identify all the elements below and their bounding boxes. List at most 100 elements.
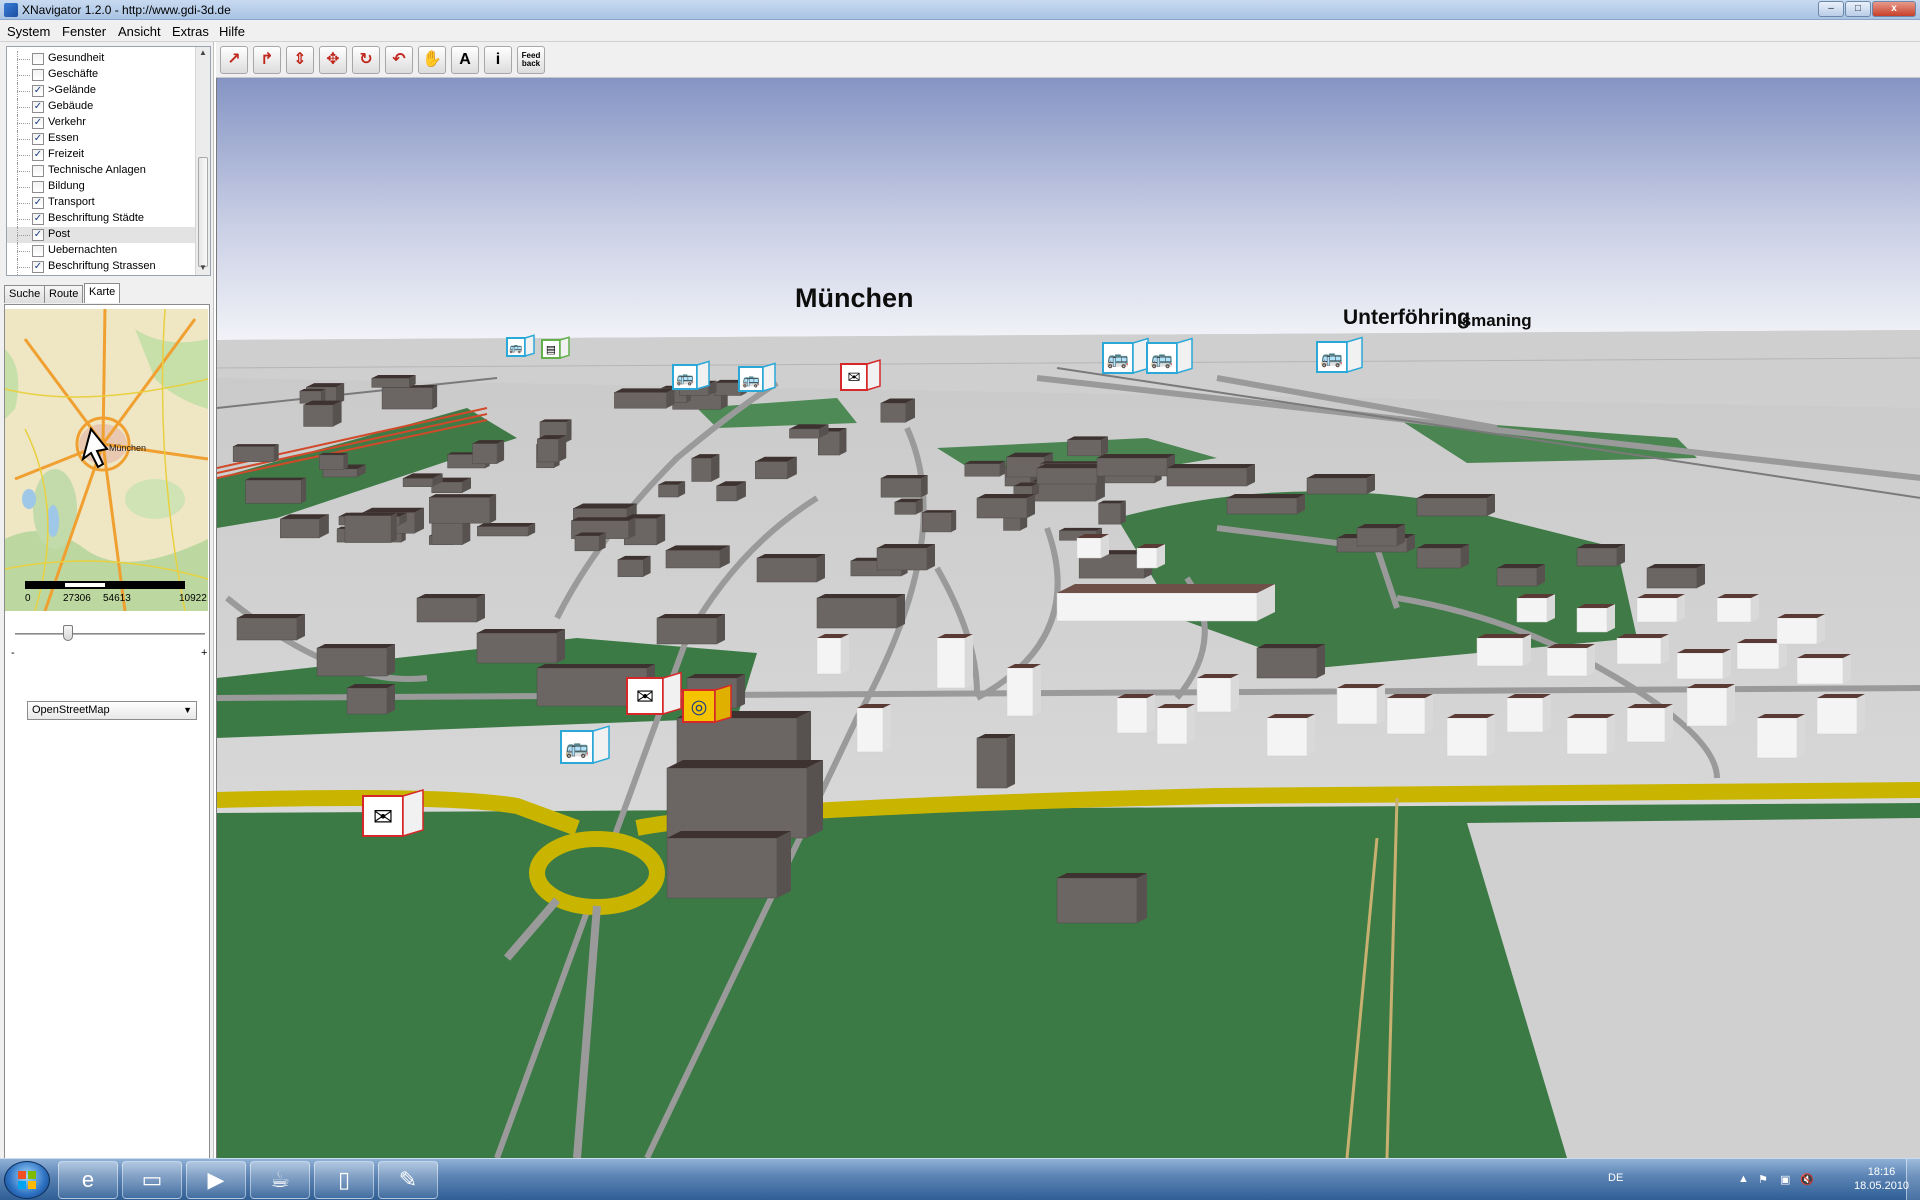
- layer-label: Geschäfte: [48, 68, 99, 80]
- feedback-button[interactable]: Feed back: [517, 46, 545, 74]
- menu-hilfe[interactable]: Hilfe: [219, 24, 245, 39]
- clock[interactable]: 18:16 18.05.2010: [1854, 1165, 1909, 1193]
- layer-row[interactable]: Bildung: [7, 179, 195, 195]
- 3d-map-view[interactable]: 🚌 ▤ 🚌 🚌 ✉ 🚌 🚌 🚌 ✉ ◎ 🚌 ✉ München Unterföhring Ismani…: [216, 78, 1920, 1158]
- layer-checkbox[interactable]: ✓: [32, 197, 44, 209]
- building: [1616, 634, 1669, 665]
- layer-row[interactable]: ✓ Freizeit: [7, 147, 195, 163]
- railway-icon[interactable]: ▤: [541, 336, 570, 360]
- network-icon[interactable]: ▣: [1780, 1173, 1790, 1186]
- bus-stop-icon[interactable]: 🚌: [506, 334, 535, 358]
- taskbar-app-button[interactable]: ▶: [186, 1161, 246, 1199]
- layer-row[interactable]: ✓ Beschriftung Städte: [7, 211, 195, 227]
- tree-branch: [17, 139, 30, 140]
- layer-checkbox[interactable]: [32, 69, 44, 81]
- layer-checkbox[interactable]: ✓: [32, 149, 44, 161]
- building: [691, 454, 720, 482]
- menu-system[interactable]: System: [7, 24, 50, 39]
- tab-karte[interactable]: Karte: [84, 283, 121, 303]
- fly-button[interactable]: ↗: [220, 46, 248, 74]
- layer-row[interactable]: ✓ >Gelände: [7, 83, 195, 99]
- return-button[interactable]: ↶: [385, 46, 413, 74]
- tree-branch: [17, 267, 30, 268]
- flag-icon[interactable]: ⚑: [1758, 1173, 1768, 1186]
- menu-fenster[interactable]: Fenster: [62, 24, 106, 39]
- language-indicator[interactable]: DE: [1608, 1172, 1623, 1184]
- base-layer-value: OpenStreetMap: [32, 704, 110, 716]
- bus-stop-icon[interactable]: 🚌: [1146, 337, 1193, 375]
- layer-checkbox[interactable]: ✓: [32, 213, 44, 225]
- building: [1056, 584, 1275, 622]
- turn-button[interactable]: ↱: [253, 46, 281, 74]
- taskbar-app-button[interactable]: ☕: [250, 1161, 310, 1199]
- layer-row[interactable]: Uebernachten: [7, 243, 195, 259]
- scrollbar-thumb[interactable]: [198, 157, 208, 267]
- layer-row[interactable]: ✓ Beschriftung Strassen: [7, 259, 195, 275]
- layer-checkbox[interactable]: ✓: [32, 101, 44, 113]
- post-office-icon[interactable]: ◎: [682, 684, 732, 724]
- layer-checkbox[interactable]: ✓: [32, 85, 44, 97]
- layer-row[interactable]: ✓ Essen: [7, 131, 195, 147]
- bus-stop-icon[interactable]: 🚌: [1102, 337, 1149, 375]
- layer-row[interactable]: Gesundheit: [7, 51, 195, 67]
- base-layer-select[interactable]: OpenStreetMap ▼: [27, 701, 197, 720]
- bus-stop-icon[interactable]: 🚌: [672, 360, 710, 391]
- layer-checkbox[interactable]: ✓: [32, 261, 44, 273]
- building: [1516, 594, 1555, 623]
- svg-text:🚌: 🚌: [676, 370, 694, 386]
- zoom-slider-handle[interactable]: [63, 625, 73, 641]
- layer-checkbox[interactable]: [32, 181, 44, 193]
- layer-tree-scrollbar[interactable]: ▲ ▼: [195, 47, 210, 275]
- move-cross-button[interactable]: ✥: [319, 46, 347, 74]
- hand-button[interactable]: ✋: [418, 46, 446, 74]
- info-button[interactable]: i: [484, 46, 512, 74]
- bus-stop-icon[interactable]: 🚌: [738, 362, 776, 393]
- rotate-button[interactable]: ↻: [352, 46, 380, 74]
- layer-checkbox[interactable]: ✓: [32, 229, 44, 241]
- layer-row[interactable]: Geschäfte: [7, 67, 195, 83]
- menu-ansicht[interactable]: Ansicht: [118, 24, 161, 39]
- post-icon[interactable]: ✉: [362, 788, 424, 838]
- start-button[interactable]: [4, 1161, 50, 1199]
- building: [1067, 436, 1109, 457]
- scroll-down-icon[interactable]: ▼: [199, 263, 207, 272]
- close-button[interactable]: x: [1872, 1, 1916, 17]
- layer-checkbox[interactable]: [32, 53, 44, 65]
- overview-map[interactable]: München 0 27306 54613 10922: [5, 309, 208, 611]
- minimize-button[interactable]: –: [1818, 1, 1844, 17]
- layer-checkbox[interactable]: [32, 165, 44, 177]
- tree-branch: [17, 203, 30, 204]
- layer-row[interactable]: ✓ Post: [7, 227, 195, 243]
- layer-label: Gebäude: [48, 100, 94, 112]
- post-icon[interactable]: ✉: [840, 359, 881, 392]
- layer-checkbox[interactable]: [32, 245, 44, 257]
- label-button[interactable]: A: [451, 46, 479, 74]
- zoom-slider[interactable]: [15, 625, 205, 643]
- layer-row[interactable]: ✓ Verkehr: [7, 115, 195, 131]
- taskbar-app-button[interactable]: ✎: [378, 1161, 438, 1199]
- maximize-button[interactable]: □: [1845, 1, 1871, 17]
- tab-route[interactable]: Route: [44, 285, 84, 303]
- layer-row[interactable]: Technische Anlagen: [7, 163, 195, 179]
- taskbar-app-button[interactable]: e: [58, 1161, 118, 1199]
- bus-stop-icon[interactable]: 🚌: [560, 725, 610, 765]
- taskbar-app-button[interactable]: ▯: [314, 1161, 374, 1199]
- layer-checkbox[interactable]: ✓: [32, 117, 44, 129]
- menu-extras[interactable]: Extras: [172, 24, 209, 39]
- document-icon: ▯: [337, 1167, 351, 1192]
- scroll-up-icon[interactable]: ▲: [199, 48, 207, 57]
- layer-row[interactable]: ✓ Transport: [7, 195, 195, 211]
- layer-row[interactable]: ✓ Gebäude: [7, 99, 195, 115]
- taskbar-app-button[interactable]: ▭: [122, 1161, 182, 1199]
- show-desktop-button[interactable]: [1906, 1159, 1920, 1200]
- layer-checkbox[interactable]: ✓: [32, 133, 44, 145]
- show-hidden-icons-icon[interactable]: ▲: [1738, 1173, 1749, 1185]
- city-label-muenchen: München: [795, 283, 914, 313]
- move-vertical-button[interactable]: ⇕: [286, 46, 314, 74]
- post-icon[interactable]: ✉: [626, 671, 682, 716]
- bus-stop-icon[interactable]: 🚌: [1316, 336, 1363, 374]
- building: [1476, 634, 1531, 667]
- tab-suche[interactable]: Suche: [4, 285, 46, 303]
- volume-muted-icon[interactable]: 🔇: [1800, 1173, 1814, 1186]
- tree-branch: [17, 171, 30, 172]
